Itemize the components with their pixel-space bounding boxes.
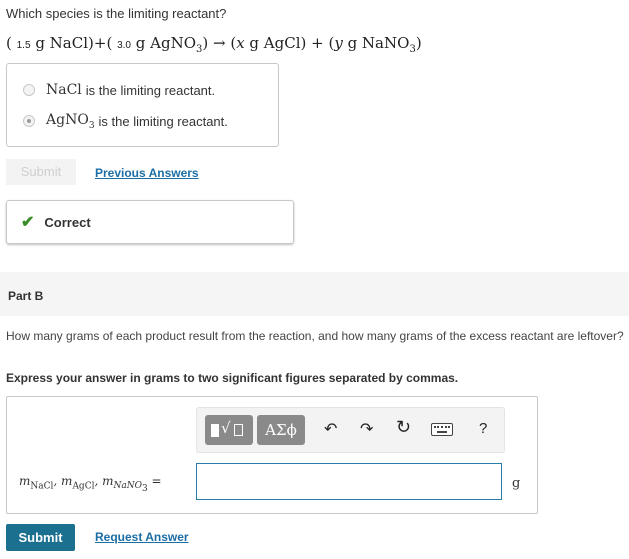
symbols-button[interactable]: ΑΣϕ [257,415,305,445]
submit-button[interactable]: Submit [6,524,75,551]
equals-sign: = [147,474,162,488]
feedback-label: Correct [44,214,91,230]
option-chem-sub: 3 [88,120,95,131]
option-nacl[interactable]: NaCl is the limiting reactant. [23,82,215,98]
option-chem: AgNO3 [46,112,95,131]
previous-answers-link[interactable]: Previous Answers [95,166,199,180]
checkmark-icon: ✔ [21,214,35,231]
redo-icon[interactable]: ↷ [360,419,373,439]
eq-y: y [334,34,343,52]
eq-mass-agno3: 3.0 [117,40,131,51]
part-b-header [0,272,629,316]
eq-x: x [236,34,245,52]
eq-nacl: g NaCl)+( [35,34,118,52]
submit-button-disabled[interactable]: Submit [6,159,76,185]
part-b-instruction: Express your answer in grams to two sign… [6,371,459,385]
option-chem: NaCl [46,82,82,98]
option-text: is the limiting reactant. [85,82,216,98]
option-chem-base: AgNO [46,112,89,128]
mass-var: m [102,474,114,488]
sqrt-icon: √ [221,419,231,437]
mass-variables-label: mNaCl, mAgCl, mNaNO3 = [19,474,162,494]
eq-arrow: ) → ( [202,34,237,52]
reaction-equation: ( 1.5 g NaCl)+( 3.0 g AgNO3) → (x g AgCl… [6,34,422,55]
template-box-outline-icon [234,424,243,436]
eq-agcl: g AgCl) + ( [244,34,335,52]
eq-agno3: g AgNO [135,34,196,52]
question-text: Which species is the limiting reactant? [6,6,227,21]
radio-nacl[interactable] [23,84,35,96]
option-agno3[interactable]: AgNO3 is the limiting reactant. [23,112,228,131]
mass-sub: AgCl [72,481,95,492]
mass-sub-base: NaNO [113,481,143,492]
eq-close: ) [415,34,422,52]
part-b-title: Part B [8,289,44,303]
eq-mass-nacl: 1.5 [16,40,31,51]
option-text: is the limiting reactant. [98,113,228,129]
keyboard-icon[interactable] [431,423,453,436]
mass-sub: NaNO3 [113,481,148,494]
undo-icon[interactable]: ↶ [324,419,337,439]
reset-icon[interactable]: ↻ [396,417,411,438]
help-icon[interactable]: ? [479,420,487,437]
eq-open: ( [6,34,17,52]
answer-input[interactable] [196,463,502,500]
part-b-question: How many grams of each product result fr… [6,329,624,343]
mass-var: m [61,474,73,488]
unit-label: g [512,476,521,491]
eq-nano3: g NaNO [342,34,410,52]
answer-options: NaCl is the limiting reactant. AgNO3 is … [6,63,279,147]
radio-agno3[interactable] [23,115,35,128]
mass-var: m [19,474,31,488]
template-box-icon [211,424,219,437]
mass-sep: , [53,474,62,488]
feedback-correct: ✔ Correct [6,200,294,244]
mass-sep: , [94,474,103,488]
mass-sub: NaCl [30,481,54,492]
templates-button[interactable]: √ [205,415,253,445]
math-toolbar: √ ΑΣϕ ↶ ↷ ↻ ? [196,407,505,453]
request-answer-link[interactable]: Request Answer [95,530,189,544]
